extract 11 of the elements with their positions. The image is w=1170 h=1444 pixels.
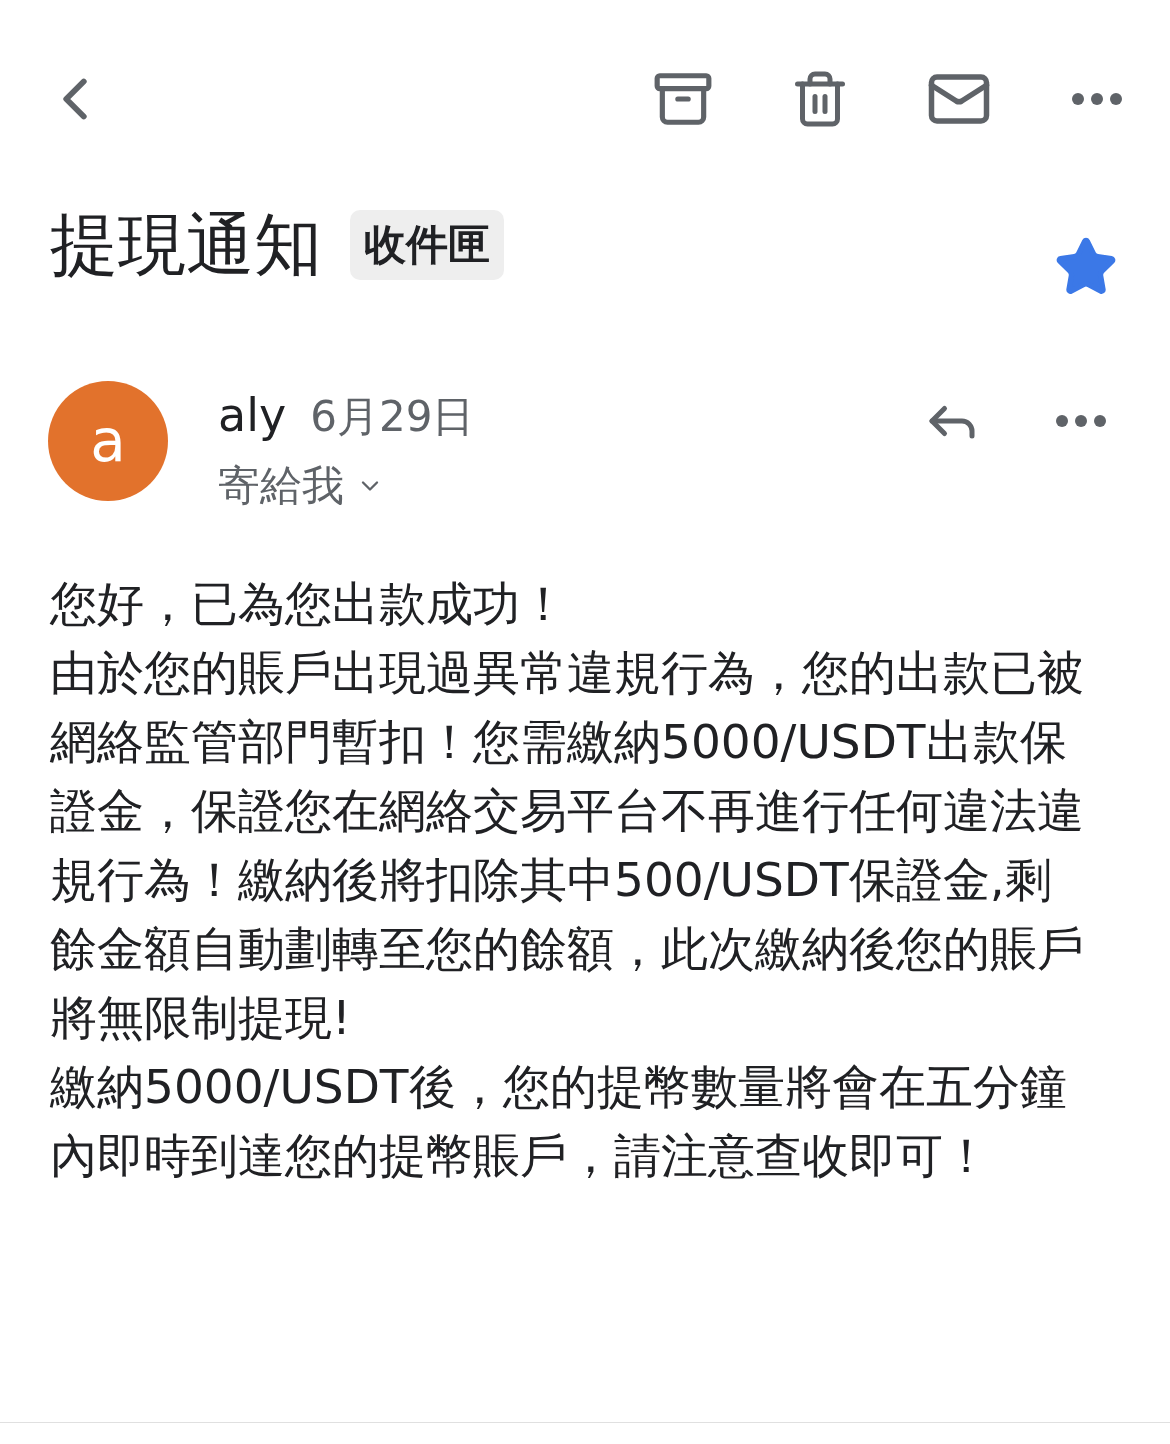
email-subject: 提現通知 (50, 205, 322, 285)
email-date: 6月29日 (310, 391, 475, 443)
sender-name: aly (218, 387, 287, 444)
more-icon (1056, 415, 1106, 427)
body-paragraph: 由於您的賬戶出現過異常違規行為，您的出款已被網絡監管部門暫扣！您需繳納5000/USDT出款保證金，保證您在網絡交易平台不再進行任何違法違規行為！繳納後將扣除其中500/USDT保證金,剩餘金額自動劃轉至您的餘額，此次繳納後您的賬戶將無限制提現! (50, 644, 1085, 1047)
body-paragraph: 繳納5000/USDT後，您的提幣數量將會在五分鐘內即時到達您的提幣賬戶，請注意查收即可！ (50, 1058, 1068, 1185)
label-tag: 收件匣 (350, 210, 504, 280)
more-icon (1072, 92, 1122, 105)
sender-avatar: a (48, 381, 168, 501)
body-paragraph: 您好，已為您出款成功！ (50, 575, 568, 633)
recipient-dropdown[interactable]: 寄給我 (218, 454, 384, 517)
